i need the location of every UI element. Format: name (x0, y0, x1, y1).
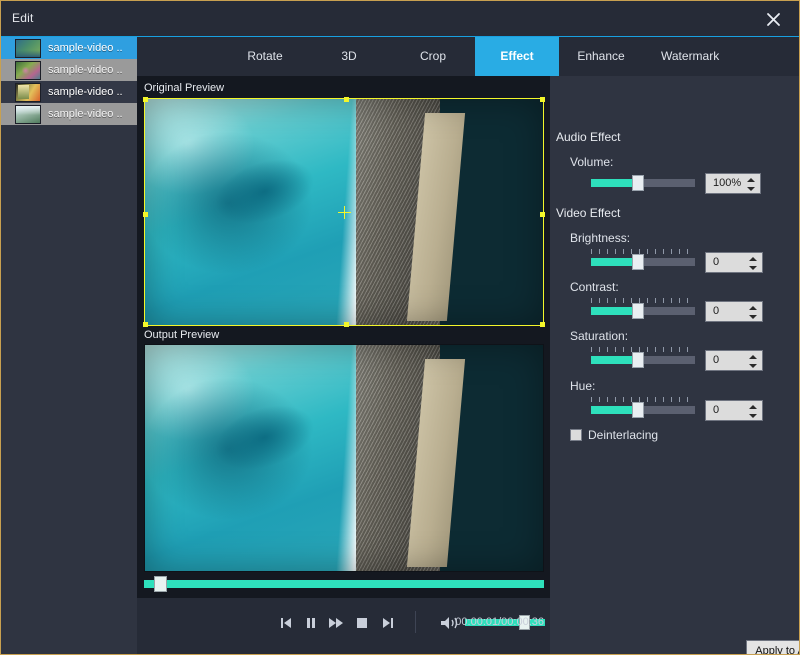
effect-settings-panel: Audio Effect Volume: 100% Video Effect B… (550, 76, 799, 655)
title-bar: Edit (1, 1, 799, 37)
hue-spinner[interactable]: 0 (705, 400, 763, 421)
video-effect-group-title: Video Effect (556, 206, 620, 220)
stop-icon (355, 616, 369, 630)
crop-handle-bl[interactable] (143, 322, 148, 327)
volume-label: Volume: (570, 155, 613, 169)
main-panel: Rotate 3D Crop Effect Enhance Watermark … (137, 37, 799, 655)
crop-handle-tl[interactable] (143, 97, 148, 102)
contrast-spinner[interactable]: 0 (705, 301, 763, 322)
saturation-label: Saturation: (570, 329, 628, 343)
video-thumbnail (15, 39, 41, 58)
output-preview-frame (144, 344, 544, 572)
brightness-slider[interactable] (591, 258, 695, 266)
deinterlacing-label: Deinterlacing (588, 428, 658, 442)
hue-value: 0 (713, 404, 719, 416)
brightness-spinner[interactable]: 0 (705, 252, 763, 273)
tab-enhance[interactable]: Enhance (559, 37, 643, 76)
saturation-slider[interactable] (591, 356, 695, 364)
skip-back-button[interactable] (275, 612, 297, 634)
video-thumbnail (15, 105, 41, 124)
brightness-value: 0 (713, 256, 719, 268)
list-item-label: sample-video .. (48, 42, 123, 54)
timeline-slider[interactable] (144, 576, 544, 592)
transport-bar: 00:00:01/00:00:36 (137, 598, 550, 655)
pause-button[interactable] (300, 612, 322, 634)
fast-forward-icon (328, 616, 344, 630)
contrast-value: 0 (713, 305, 719, 317)
crop-handle-br[interactable] (540, 322, 545, 327)
deinterlacing-checkbox[interactable]: Deinterlacing (570, 428, 658, 442)
apply-to-all-button[interactable]: Apply to All (746, 640, 800, 655)
video-thumbnail (15, 83, 41, 102)
list-item[interactable]: sample-video .. (1, 103, 137, 125)
video-list-sidebar: sample-video .. sample-video .. sample-v… (1, 37, 137, 655)
checkbox-box-icon (570, 429, 582, 441)
crop-handle-mr[interactable] (540, 212, 545, 217)
hue-label: Hue: (570, 379, 595, 393)
close-icon (766, 12, 781, 27)
original-preview-frame[interactable] (144, 98, 544, 326)
crop-handle-tr[interactable] (540, 97, 545, 102)
tab-3d[interactable]: 3D (307, 37, 391, 76)
list-item[interactable]: sample-video .. (1, 59, 137, 81)
stop-button[interactable] (351, 612, 373, 634)
crop-handle-ml[interactable] (143, 212, 148, 217)
timeline-track[interactable] (144, 580, 544, 588)
fast-forward-button[interactable] (325, 612, 347, 634)
spinner-arrows-icon[interactable] (748, 305, 757, 320)
spinner-arrows-icon[interactable] (748, 354, 757, 369)
skip-forward-icon (381, 616, 395, 630)
spinner-arrows-icon[interactable] (748, 404, 757, 419)
saturation-spinner[interactable]: 0 (705, 350, 763, 371)
tab-watermark[interactable]: Watermark (643, 37, 737, 76)
output-preview-label: Output Preview (144, 329, 219, 341)
list-item[interactable]: sample-video .. (1, 37, 137, 59)
list-item-label: sample-video .. (48, 64, 123, 76)
tab-rotate[interactable]: Rotate (223, 37, 307, 76)
tab-bar: Rotate 3D Crop Effect Enhance Watermark (137, 37, 799, 76)
timeline-handle[interactable] (154, 576, 167, 592)
crop-handle-tc[interactable] (344, 97, 349, 102)
saturation-value: 0 (713, 354, 719, 366)
list-item-label: sample-video .. (48, 86, 123, 98)
close-button[interactable] (751, 3, 795, 35)
edit-window: Edit sample-video .. sample-video .. sam… (0, 0, 800, 655)
skip-forward-button[interactable] (377, 612, 399, 634)
skip-back-icon (279, 616, 293, 630)
video-thumbnail (15, 61, 41, 80)
list-item[interactable]: sample-video .. (1, 81, 137, 103)
original-preview-label: Original Preview (144, 82, 224, 94)
volume-value: 100% (713, 177, 741, 189)
preview-zone: Original Preview Output Preview (137, 76, 550, 655)
contrast-label: Contrast: (570, 280, 619, 294)
pause-icon (304, 616, 318, 630)
audio-effect-group-title: Audio Effect (556, 130, 621, 144)
contrast-slider[interactable] (591, 307, 695, 315)
tab-crop[interactable]: Crop (391, 37, 475, 76)
list-item-label: sample-video .. (48, 108, 123, 120)
brightness-label: Brightness: (570, 231, 630, 245)
volume-slider[interactable] (591, 179, 695, 187)
window-title: Edit (12, 11, 33, 25)
time-display: 00:00:01/00:00:36 (434, 616, 544, 628)
tab-effect[interactable]: Effect (475, 37, 559, 76)
spinner-arrows-icon[interactable] (746, 177, 755, 192)
crop-center-crosshair-icon (338, 206, 351, 219)
volume-spinner[interactable]: 100% (705, 173, 761, 194)
hue-slider[interactable] (591, 406, 695, 414)
output-preview-image (145, 345, 543, 571)
transport-divider (415, 611, 416, 633)
crop-handle-bc[interactable] (344, 322, 349, 327)
spinner-arrows-icon[interactable] (748, 256, 757, 271)
